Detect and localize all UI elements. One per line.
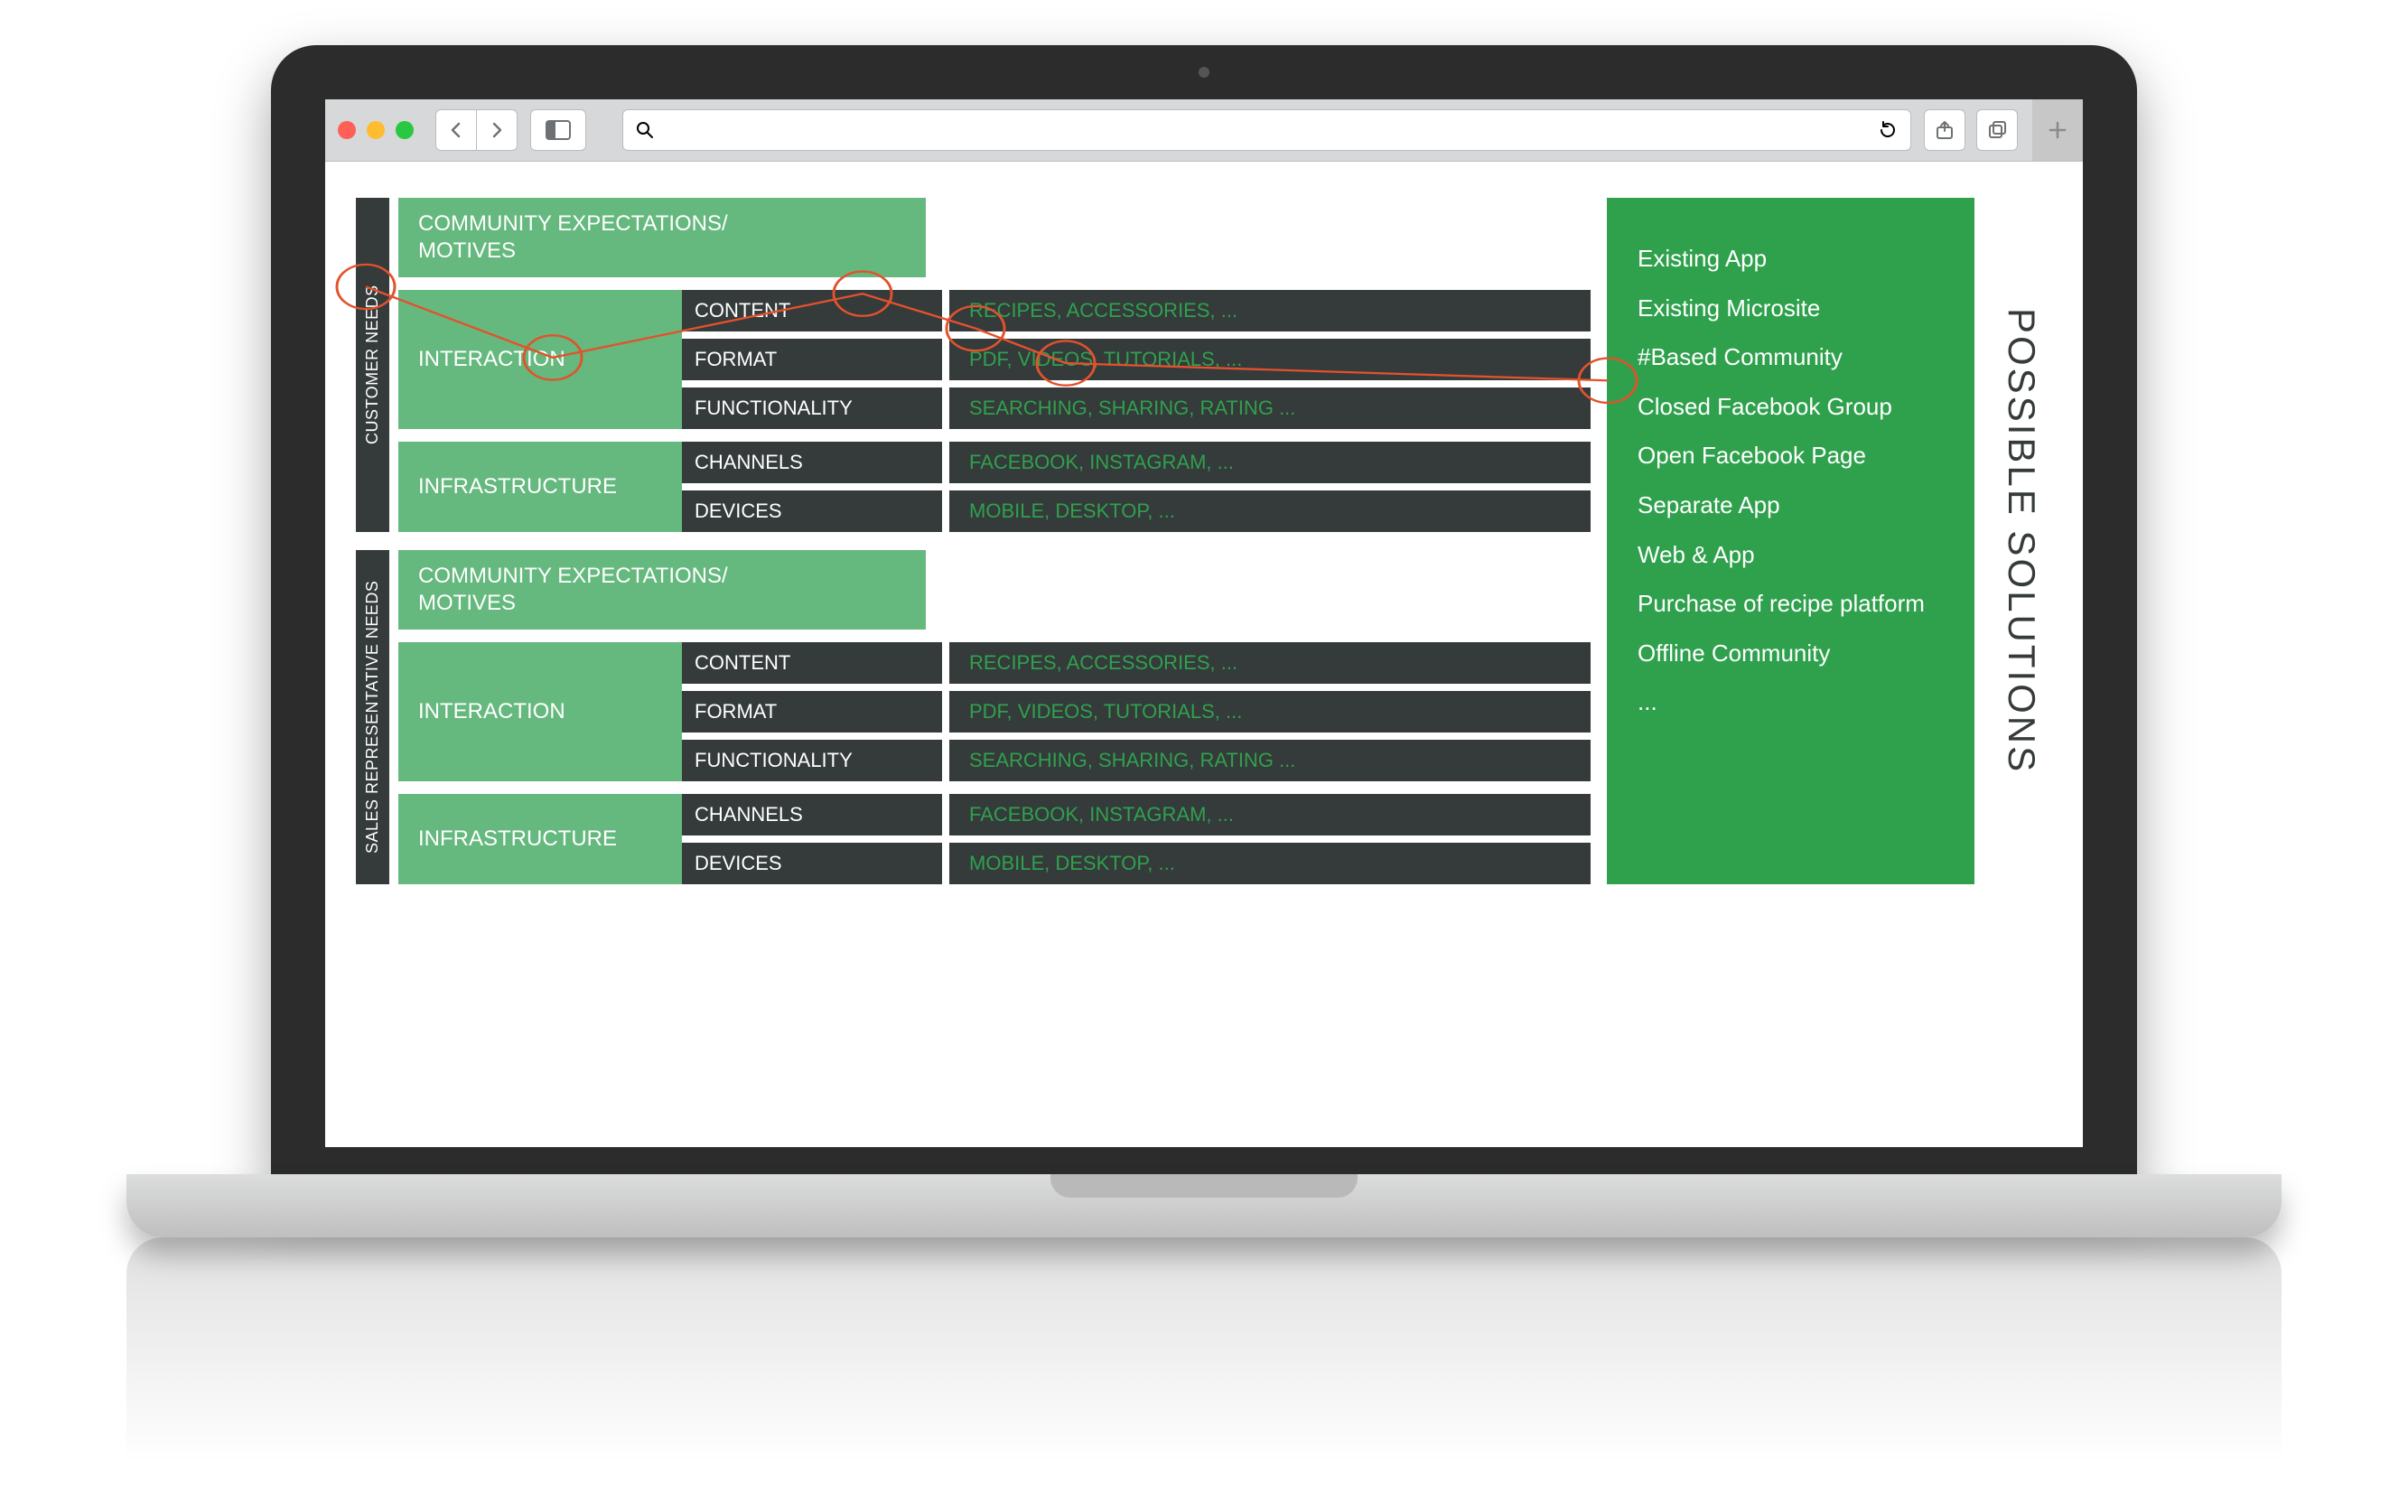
group-rows: CONTENTRECIPES, ACCESSORIES, ...FORMATPD… (682, 642, 1591, 781)
page-content: CUSTOMER NEEDS COMMUNITY EXPECTATIONS/MOT… (325, 162, 2083, 920)
row-label: CONTENT (682, 290, 949, 331)
row-value: PDF, VIDEOS, TUTORIALS, ... (949, 339, 1591, 380)
laptop-base (126, 1174, 2282, 1237)
solution-item: Existing Microsite (1638, 284, 1944, 333)
group-title: INTERACTION (398, 642, 682, 781)
data-row: DEVICESMOBILE, DESKTOP, ... (682, 843, 1591, 884)
row-value: RECIPES, ACCESSORIES, ... (949, 642, 1591, 684)
possible-solutions-title: POSSIBLE SOLUTIONS (1991, 198, 2052, 884)
community-title: COMMUNITY EXPECTATIONS/MOTIVES (398, 550, 926, 630)
toolbar-right (1924, 109, 2070, 151)
row-label: CHANNELS (682, 442, 949, 483)
forward-button[interactable] (476, 109, 518, 151)
data-row: FORMATPDF, VIDEOS, TUTORIALS, ... (682, 691, 1591, 733)
reload-icon[interactable] (1878, 120, 1898, 140)
laptop-mockup: CUSTOMER NEEDS COMMUNITY EXPECTATIONS/MOT… (271, 45, 2137, 1400)
section-block: SALES REPRESENTATIVE NEEDS COMMUNITY EXPE… (356, 550, 1591, 884)
solution-item: #Based Community (1638, 332, 1944, 382)
nav-button-group (435, 109, 518, 151)
solution-item: Existing App (1638, 234, 1944, 284)
solution-item: Separate App (1638, 481, 1944, 530)
group-row: INFRASTRUCTURECHANNELSFACEBOOK, INSTAGRA… (398, 794, 1591, 884)
row-value: PDF, VIDEOS, TUTORIALS, ... (949, 691, 1591, 733)
close-window-button[interactable] (338, 121, 356, 139)
community-title: COMMUNITY EXPECTATIONS/MOTIVES (398, 198, 926, 277)
data-row: CHANNELSFACEBOOK, INSTAGRAM, ... (682, 794, 1591, 835)
group-rows: CHANNELSFACEBOOK, INSTAGRAM, ...DEVICESM… (682, 794, 1591, 884)
data-row: FUNCTIONALITYSEARCHING, SHARING, RATING … (682, 387, 1591, 429)
minimize-window-button[interactable] (367, 121, 385, 139)
row-label: FORMAT (682, 691, 949, 733)
sidebar-toggle-button[interactable] (530, 109, 586, 151)
row-value: FACEBOOK, INSTAGRAM, ... (949, 794, 1591, 835)
row-value: MOBILE, DESKTOP, ... (949, 843, 1591, 884)
row-value: SEARCHING, SHARING, RATING ... (949, 740, 1591, 781)
solution-item: ... (1638, 677, 1944, 727)
possible-solutions-panel: Existing AppExisting Microsite#Based Com… (1607, 198, 1974, 884)
back-button[interactable] (435, 109, 476, 151)
url-input[interactable] (665, 119, 1867, 142)
row-label: CHANNELS (682, 794, 949, 835)
laptop-notch (1050, 1174, 1358, 1198)
laptop-camera-icon (1199, 67, 1209, 78)
solution-item: Purchase of recipe platform (1638, 579, 1944, 629)
row-label: DEVICES (682, 843, 949, 884)
data-row: CONTENTRECIPES, ACCESSORIES, ... (682, 642, 1591, 684)
group-rows: CHANNELSFACEBOOK, INSTAGRAM, ...DEVICESM… (682, 442, 1591, 532)
search-icon (636, 121, 654, 139)
tabs-button[interactable] (1976, 109, 2018, 151)
row-value: MOBILE, DESKTOP, ... (949, 490, 1591, 532)
solution-item: Closed Facebook Group (1638, 382, 1944, 432)
data-row: CONTENTRECIPES, ACCESSORIES, ... (682, 290, 1591, 331)
section-groups: COMMUNITY EXPECTATIONS/MOTIVES INTERACTIO… (398, 550, 1591, 884)
section-vlabel: CUSTOMER NEEDS (356, 198, 389, 532)
section-groups: COMMUNITY EXPECTATIONS/MOTIVES INTERACTIO… (398, 198, 1591, 532)
solution-item: Offline Community (1638, 629, 1944, 678)
group-title: INFRASTRUCTURE (398, 794, 682, 884)
row-label: FUNCTIONALITY (682, 387, 949, 429)
solution-item: Open Facebook Page (1638, 431, 1944, 481)
data-row: DEVICESMOBILE, DESKTOP, ... (682, 490, 1591, 532)
row-label: FUNCTIONALITY (682, 740, 949, 781)
laptop-screen: CUSTOMER NEEDS COMMUNITY EXPECTATIONS/MOT… (325, 99, 2083, 1147)
zoom-window-button[interactable] (396, 121, 414, 139)
window-controls (338, 121, 414, 139)
row-label: DEVICES (682, 490, 949, 532)
browser-toolbar (325, 99, 2083, 162)
row-value: SEARCHING, SHARING, RATING ... (949, 387, 1591, 429)
group-title: INTERACTION (398, 290, 682, 429)
row-label: FORMAT (682, 339, 949, 380)
new-tab-button[interactable] (2032, 99, 2083, 161)
row-value: RECIPES, ACCESSORIES, ... (949, 290, 1591, 331)
group-title: INFRASTRUCTURE (398, 442, 682, 532)
address-bar[interactable] (622, 109, 1911, 151)
data-row: FUNCTIONALITYSEARCHING, SHARING, RATING … (682, 740, 1591, 781)
data-row: FORMATPDF, VIDEOS, TUTORIALS, ... (682, 339, 1591, 380)
laptop-bezel: CUSTOMER NEEDS COMMUNITY EXPECTATIONS/MOT… (271, 45, 2137, 1183)
row-label: CONTENT (682, 642, 949, 684)
group-row: INFRASTRUCTURECHANNELSFACEBOOK, INSTAGRA… (398, 442, 1591, 532)
share-button[interactable] (1924, 109, 1965, 151)
group-row: INTERACTIONCONTENTRECIPES, ACCESSORIES, … (398, 642, 1591, 781)
group-row: INTERACTIONCONTENTRECIPES, ACCESSORIES, … (398, 290, 1591, 429)
section-vlabel: SALES REPRESENTATIVE NEEDS (356, 550, 389, 884)
data-row: CHANNELSFACEBOOK, INSTAGRAM, ... (682, 442, 1591, 483)
section-block: CUSTOMER NEEDS COMMUNITY EXPECTATIONS/MOT… (356, 198, 1591, 532)
row-value: FACEBOOK, INSTAGRAM, ... (949, 442, 1591, 483)
laptop-reflection (126, 1237, 2282, 1463)
group-rows: CONTENTRECIPES, ACCESSORIES, ...FORMATPD… (682, 290, 1591, 429)
solution-item: Web & App (1638, 530, 1944, 580)
sections-column: CUSTOMER NEEDS COMMUNITY EXPECTATIONS/MOT… (356, 198, 1591, 884)
